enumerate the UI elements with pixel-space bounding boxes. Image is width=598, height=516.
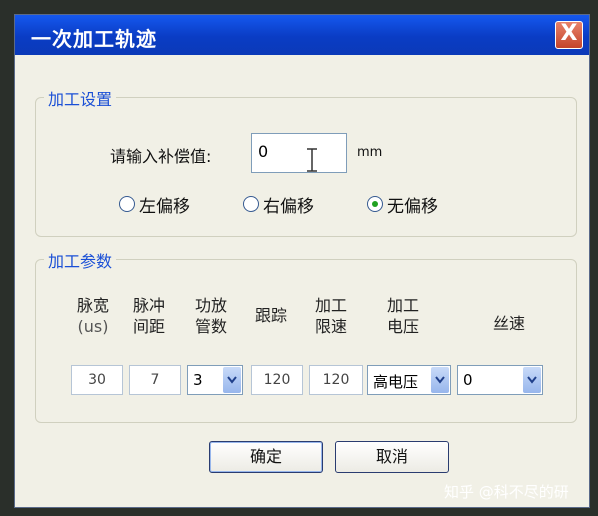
unit-label: mm [357,145,383,160]
radio-right-offset-label: 右偏移 [263,196,314,217]
offset-input[interactable]: 0 [251,133,347,173]
speed-limit-field[interactable]: 120 [309,365,363,395]
chevron-down-icon[interactable] [523,367,541,393]
window-title: 一次加工轨迹 [31,27,157,51]
dialog-window: 一次加工轨迹 X 加工设置 请输入补偿值: 0 mm 左偏移 右偏移 无偏移 加… [14,14,590,508]
radio-left-offset-circle [119,196,135,212]
params-group: 加工参数 [35,248,577,423]
radio-left-offset[interactable]: 左偏移 [119,193,190,217]
params-group-legend: 加工参数 [44,248,117,272]
close-button[interactable]: X [555,21,583,49]
col-head-wire-speed: 丝速 [492,314,525,333]
watermark-text: 知乎 @科不尽的研 [444,483,569,501]
chevron-down-icon[interactable] [223,367,241,393]
radio-left-offset-label: 左偏移 [139,196,190,217]
col-head-pulse-width: 脉宽 (us) [76,296,109,336]
offset-label: 请输入补偿值: [110,147,212,166]
power-tubes-selected: 3 [193,371,203,389]
col-head-speed-limit: 加工 限速 [314,296,347,336]
radio-no-offset-label: 无偏移 [387,196,438,217]
col-head-power-tubes: 功放 管数 [194,296,227,336]
radio-right-offset[interactable]: 右偏移 [243,193,314,217]
text-cursor-icon [307,148,317,172]
wire-speed-selected: 0 [463,371,473,389]
power-tubes-select[interactable]: 3 [187,365,243,395]
title-bar[interactable]: 一次加工轨迹 X [15,15,589,55]
radio-no-offset[interactable]: 无偏移 [367,193,438,217]
settings-group-legend: 加工设置 [44,86,117,110]
col-head-voltage: 加工 电压 [386,296,419,336]
voltage-selected: 高电压 [373,373,419,391]
tracking-field[interactable]: 120 [251,365,303,395]
radio-no-offset-circle [367,196,383,212]
pulse-width-field[interactable]: 30 [71,365,123,395]
pulse-interval-field[interactable]: 7 [129,365,181,395]
ok-button[interactable]: 确定 [209,441,323,473]
close-icon: X [560,21,578,46]
voltage-select[interactable]: 高电压 [367,365,451,395]
radio-right-offset-circle [243,196,259,212]
col-head-pulse-interval: 脉冲 间距 [132,296,165,336]
col-head-tracking: 跟踪 [254,306,287,325]
chevron-down-icon[interactable] [431,367,449,393]
wire-speed-select[interactable]: 0 [457,365,543,395]
cancel-button[interactable]: 取消 [335,441,449,473]
offset-input-value: 0 [258,142,269,161]
